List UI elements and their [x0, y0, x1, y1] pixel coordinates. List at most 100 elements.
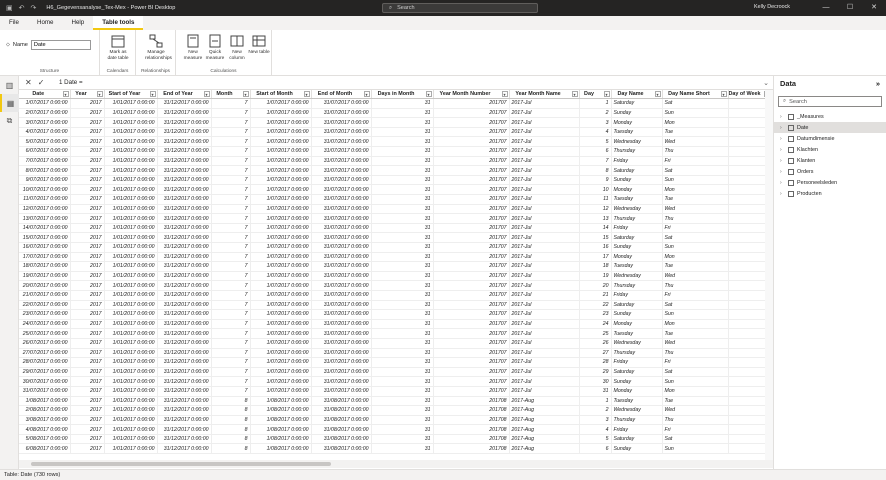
table-cell[interactable]: 31 [371, 396, 434, 407]
table-cell[interactable]: 2017 [70, 290, 105, 301]
table-cell[interactable]: 14/07/2017 0:00:00 [19, 223, 71, 234]
table-cell[interactable]: 8 [579, 165, 612, 176]
table-cell[interactable]: 7 [211, 252, 251, 263]
table-cell[interactable]: 7 [211, 136, 251, 148]
table-cell[interactable]: Sun [662, 175, 729, 186]
table-cell[interactable]: 201707 [433, 232, 510, 243]
table-item[interactable]: › Producten [774, 188, 886, 199]
table-cell[interactable]: Sunday [611, 309, 663, 320]
table-cell[interactable]: 2017-Jul [509, 108, 580, 119]
table-cell[interactable]: 2 [579, 405, 612, 416]
table-cell[interactable]: 31 [371, 338, 434, 349]
table-cell[interactable]: Tue [662, 328, 729, 339]
table-cell[interactable]: 24 [579, 319, 612, 330]
table-cell[interactable]: 1/07/2017 0:00:00 [250, 280, 312, 291]
table-cell[interactable]: 1/08/2017 0:00:00 [250, 424, 312, 435]
table-cell[interactable]: 201707 [433, 194, 510, 205]
table-cell[interactable]: Wednesday [611, 136, 663, 148]
table-cell[interactable]: 4/07/2017 0:00:00 [19, 127, 71, 138]
table-cell[interactable]: 2017-Aug [509, 443, 580, 455]
column-header[interactable]: Day Name ▾ [611, 90, 663, 100]
table-cell[interactable]: Thu [662, 146, 729, 157]
table-cell[interactable]: Tuesday [611, 127, 663, 138]
table-cell[interactable]: 16/07/2017 0:00:00 [19, 242, 71, 253]
table-cell[interactable]: 31/07/2017 0:00:00 [311, 328, 372, 339]
filter-dropdown-icon[interactable]: ▾ [603, 91, 610, 97]
chevron-right-icon[interactable]: › [780, 180, 785, 186]
table-cell[interactable]: 31/07/2017 0:00:00 [311, 127, 372, 138]
table-cell[interactable]: 31/07/2017 0:00:00 [311, 165, 372, 176]
table-cell[interactable]: 201707 [433, 376, 510, 387]
table-cell[interactable]: 201707 [433, 242, 510, 253]
table-cell[interactable]: 31/07/2017 0:00:00 [311, 386, 372, 397]
table-cell[interactable]: 6 [579, 146, 612, 157]
table-cell[interactable]: 1/01/2017 0:00:00 [104, 415, 158, 426]
table-cell[interactable]: 31/08/2017 0:00:00 [311, 396, 372, 407]
table-cell[interactable]: 31 [371, 146, 434, 157]
table-cell[interactable]: 201707 [433, 108, 510, 119]
table-cell[interactable]: 1/07/2017 0:00:00 [250, 357, 312, 368]
table-cell[interactable]: 31 [371, 348, 434, 359]
table-cell[interactable]: Monday [611, 117, 663, 128]
table-cell[interactable]: 1/07/2017 0:00:00 [250, 127, 312, 138]
manage-relationships-button[interactable]: Manage relationships [145, 34, 172, 61]
report-view-icon[interactable]: ▥ [0, 76, 19, 94]
table-cell[interactable]: 1/01/2017 0:00:00 [104, 376, 158, 387]
table-cell[interactable]: Saturday [611, 232, 663, 243]
table-cell[interactable]: Sun [662, 443, 729, 455]
table-cell[interactable]: 1/01/2017 0:00:00 [104, 338, 158, 349]
table-cell[interactable]: 201707 [433, 328, 510, 339]
table-cell[interactable]: 1/01/2017 0:00:00 [104, 223, 158, 234]
table-row[interactable]: 21/07/2017 0:00:00 2017 1/01/2017 0:00:00 3… [19, 290, 772, 301]
chevron-down-icon[interactable]: ⌄ [763, 79, 769, 87]
table-cell[interactable]: Fri [662, 357, 729, 368]
column-header[interactable]: Date ▾ [19, 90, 71, 100]
column-header[interactable]: Month ▾ [211, 90, 251, 100]
table-row[interactable]: 9/07/2017 0:00:00 2017 1/01/2017 0:00:00 31… [19, 175, 772, 186]
table-cell[interactable]: 31 [371, 165, 434, 176]
table-cell[interactable]: 8 [211, 443, 251, 455]
table-cell[interactable]: 31/07/2017 0:00:00 [311, 204, 372, 215]
table-cell[interactable]: 31/07/2017 0:00:00 [311, 319, 372, 330]
table-cell[interactable]: 1 [579, 98, 612, 109]
table-cell[interactable]: 10 [579, 184, 612, 196]
table-cell[interactable]: 20/07/2017 0:00:00 [19, 280, 71, 291]
table-cell[interactable]: 201707 [433, 261, 510, 272]
table-cell[interactable]: 3/08/2017 0:00:00 [19, 415, 71, 426]
table-cell[interactable]: 23 [579, 309, 612, 320]
table-cell[interactable]: 2017-Jul [509, 184, 580, 196]
table-cell[interactable]: 25/07/2017 0:00:00 [19, 328, 71, 339]
table-cell[interactable]: 2017-Jul [509, 165, 580, 176]
table-cell[interactable]: 2017-Aug [509, 396, 580, 407]
table-cell[interactable]: 31/08/2017 0:00:00 [311, 434, 372, 445]
table-cell[interactable]: 31/12/2017 0:00:00 [157, 165, 212, 176]
table-cell[interactable]: Sat [662, 98, 729, 109]
table-cell[interactable]: 31/07/2017 0:00:00 [311, 242, 372, 253]
table-cell[interactable]: 2017-Jul [509, 280, 580, 291]
table-cell[interactable]: 1/01/2017 0:00:00 [104, 175, 158, 186]
table-item[interactable]: › Orders [774, 166, 886, 177]
table-cell[interactable]: 1/01/2017 0:00:00 [104, 165, 158, 176]
chevron-right-icon[interactable]: › [780, 158, 785, 164]
save-icon[interactable]: ▣ [6, 4, 13, 12]
table-cell[interactable]: 7 [211, 290, 251, 301]
table-row[interactable]: 24/07/2017 0:00:00 2017 1/01/2017 0:00:00 3… [19, 319, 772, 330]
table-cell[interactable]: 13/07/2017 0:00:00 [19, 213, 71, 224]
table-cell[interactable]: 201707 [433, 127, 510, 138]
table-cell[interactable]: 201707 [433, 146, 510, 157]
table-cell[interactable]: 31/12/2017 0:00:00 [157, 242, 212, 253]
table-cell[interactable]: 31/07/2017 0:00:00 [311, 194, 372, 205]
table-cell[interactable]: 2017-Jul [509, 261, 580, 272]
table-cell[interactable]: 1/07/2017 0:00:00 [250, 156, 312, 167]
table-cell[interactable]: 1/07/2017 0:00:00 [250, 309, 312, 320]
table-cell[interactable]: 2 [579, 108, 612, 119]
new-measure-button[interactable]: New measure [182, 34, 204, 61]
table-cell[interactable]: 31 [371, 424, 434, 435]
table-cell[interactable]: 2017 [70, 280, 105, 291]
table-cell[interactable]: 3 [579, 117, 612, 128]
table-row[interactable]: 6/07/2017 0:00:00 2017 1/01/2017 0:00:00 31… [19, 146, 772, 157]
table-cell[interactable]: 2017-Jul [509, 175, 580, 186]
table-cell[interactable]: 1/01/2017 0:00:00 [104, 252, 158, 263]
table-cell[interactable]: 31 [371, 136, 434, 148]
table-cell[interactable]: 19 [579, 271, 612, 282]
